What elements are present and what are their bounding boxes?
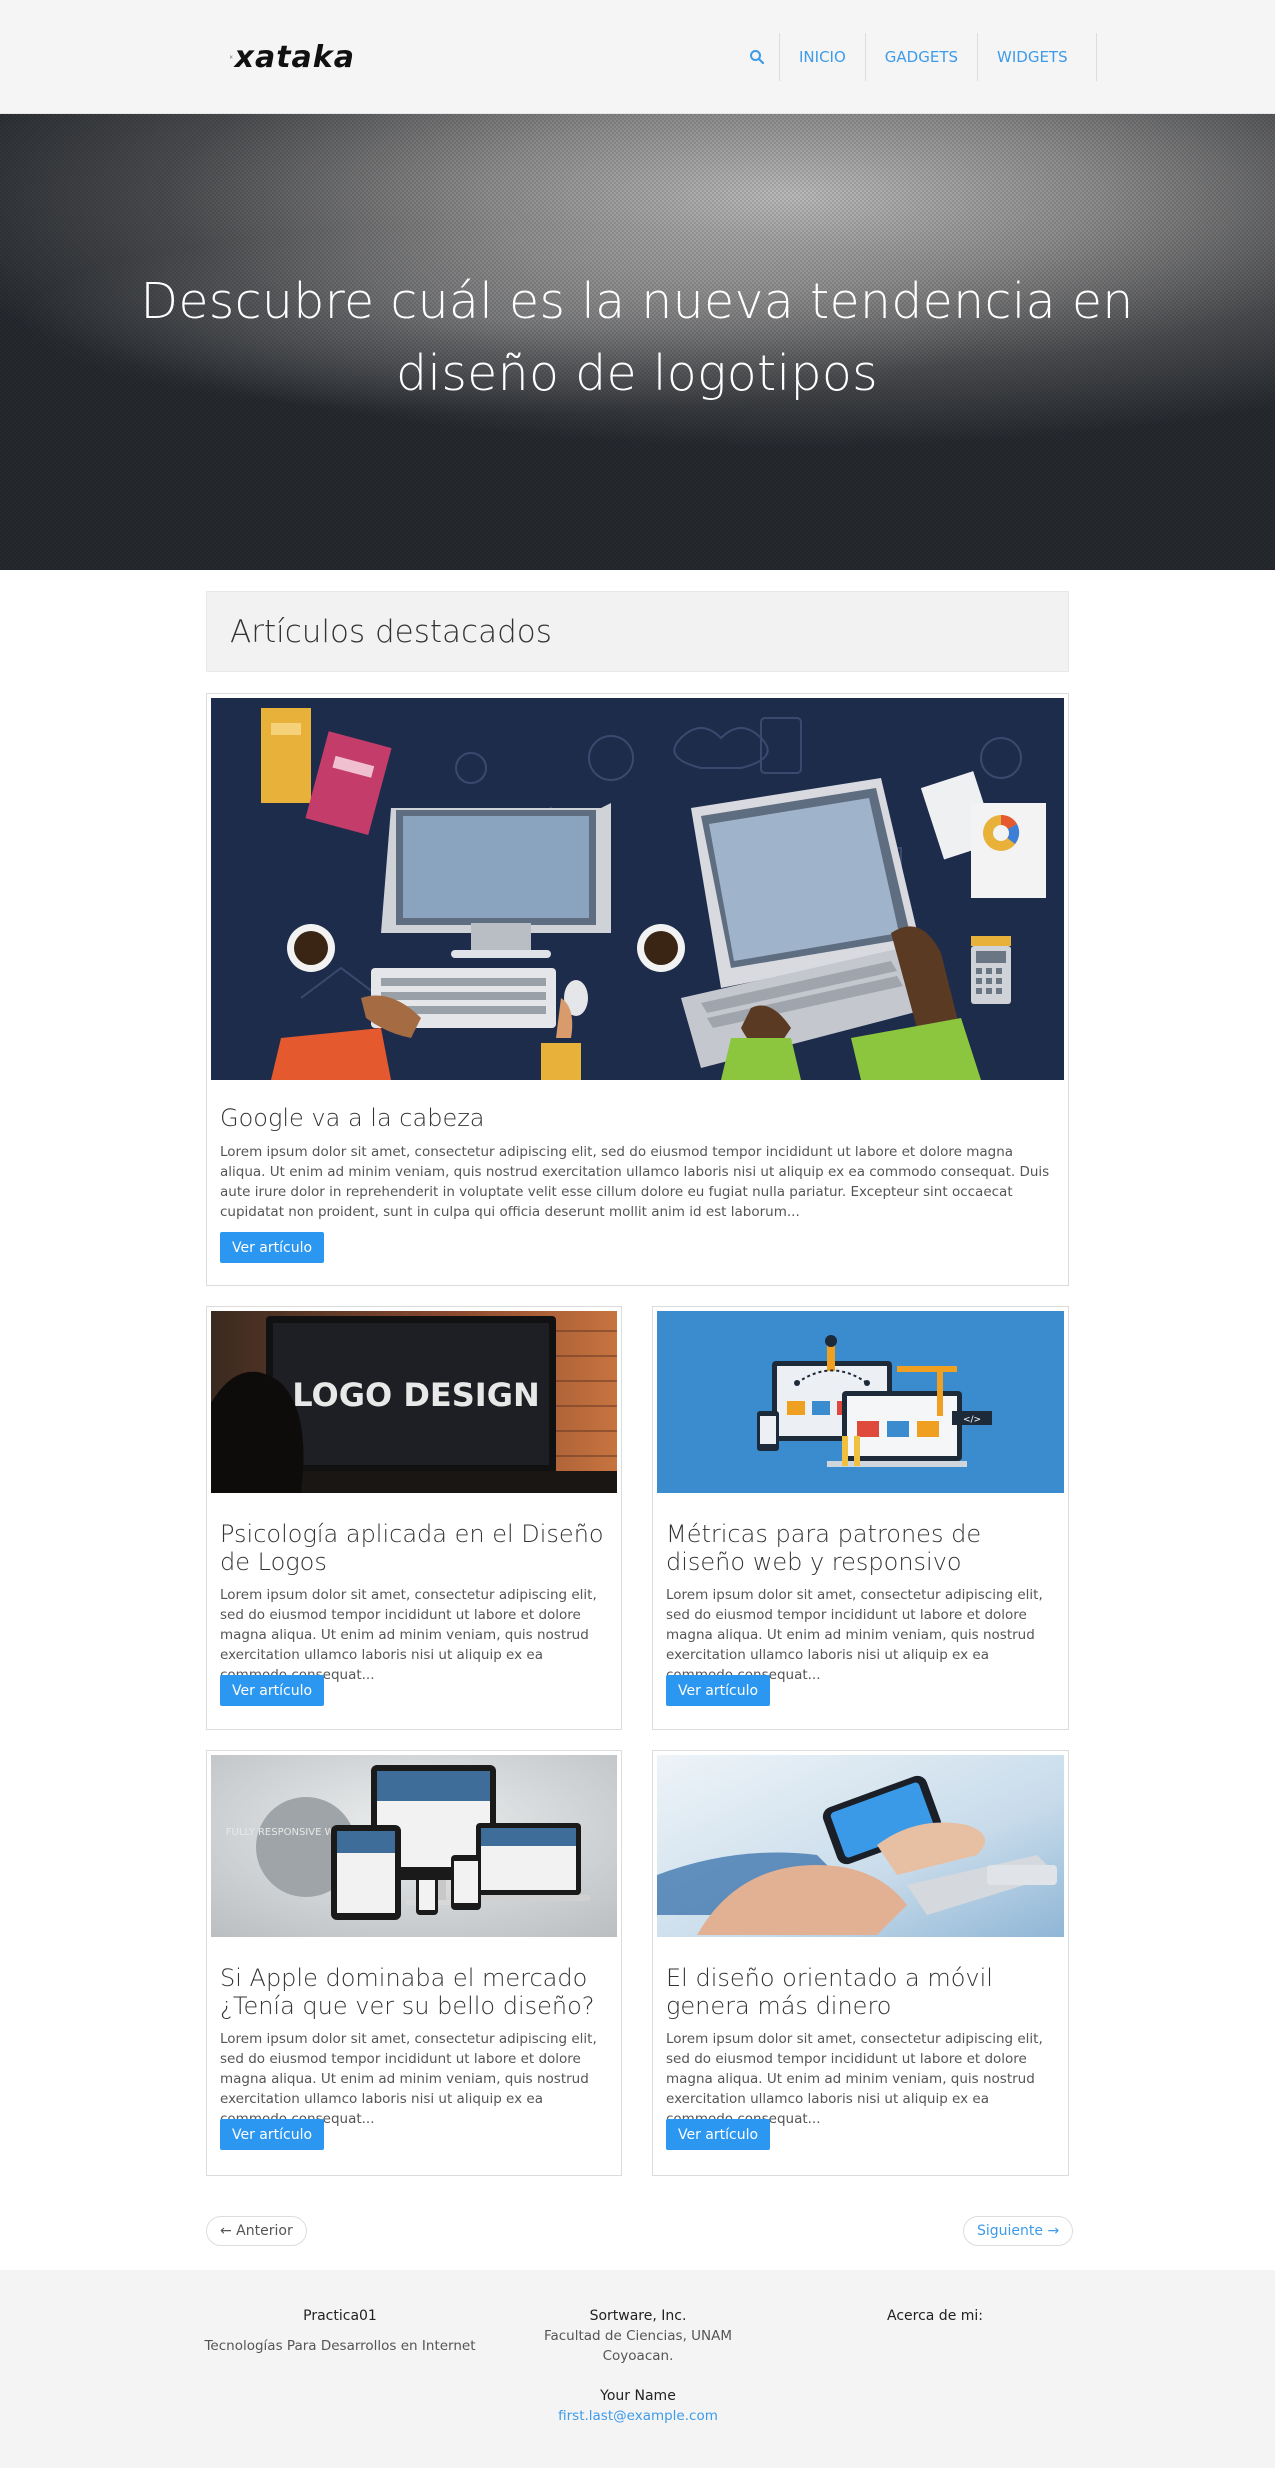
footer-course-title: Practica01 (303, 2308, 377, 2324)
article-excerpt: Lorem ipsum dolor sit amet, consectetur … (220, 2031, 597, 2127)
footer-col-about-course: Practica01 Tecnologías Para Desarrollos … (200, 2306, 480, 2356)
article-title[interactable]: Si Apple dominaba el mercado ¿Tenía que … (220, 1964, 615, 2020)
main-nav: INICIO GADGETS WIDGETS (735, 33, 1097, 81)
nav-item-widgets[interactable]: WIDGETS (978, 33, 1097, 81)
featured-article-image (211, 698, 1064, 1080)
footer-contact-name: Your Name (600, 2388, 676, 2404)
workspace-illustration (211, 698, 1064, 1080)
article-excerpt: Lorem ipsum dolor sit amet, consectetur … (666, 2031, 1043, 2127)
nav-item-gadgets[interactable]: GADGETS (866, 33, 979, 81)
search-icon (750, 50, 765, 65)
article-card: LOGO DESIGN Psicología aplicada en el Di… (206, 1306, 622, 1730)
article-image (657, 1755, 1064, 1937)
search-button[interactable] (735, 33, 780, 81)
read-more-button[interactable]: Ver artículo (220, 1675, 325, 1706)
logo-design-monitor-image: LOGO DESIGN (211, 1311, 617, 1493)
footer-course-subtitle: Tecnologías Para Desarrollos en Internet (204, 2338, 476, 2354)
footer: Practica01 Tecnologías Para Desarrollos … (0, 2270, 1275, 2468)
article-title[interactable]: El diseño orientado a móvil genera más d… (666, 1964, 1061, 2020)
article-image: FULLY RESPONSIVE WEBDESIGN (211, 1755, 617, 1937)
mobile-hands-image (657, 1755, 1064, 1937)
image-logo-text: LOGO DESIGN (292, 1376, 539, 1414)
navbar: xataka INICIO GADGETS WIDGETS (0, 0, 1275, 114)
read-more-button[interactable]: Ver artículo (666, 2119, 771, 2150)
article-title[interactable]: Psicología aplicada en el Diseño de Logo… (220, 1520, 610, 1576)
article-card: </> Métricas para patrones de diseño web… (652, 1306, 1069, 1730)
article-card: FULLY RESPONSIVE WEBDESIGN Si Apple domi… (206, 1750, 622, 2176)
article-card: El diseño orientado a móvil genera más d… (652, 1750, 1069, 2176)
footer-col-about-me: Acerca de mi: (835, 2306, 1035, 2326)
article-excerpt: Lorem ipsum dolor sit amet, consectetur … (666, 1587, 1043, 1683)
article-image: </> (657, 1311, 1064, 1493)
svg-text:</>: </> (963, 1415, 981, 1425)
featured-article-title[interactable]: Google va a la cabeza (220, 1104, 485, 1132)
nav-item-inicio[interactable]: INICIO (780, 33, 866, 81)
site-logo[interactable]: xataka (230, 33, 355, 81)
logo-wordmark: xataka (234, 39, 355, 75)
featured-article-excerpt: Lorem ipsum dolor sit amet, consectetur … (220, 1144, 1050, 1220)
hero-title: Descubre cuál es la nueva tendencia en d… (140, 273, 1134, 402)
section-title: Artículos destacados (230, 614, 552, 650)
responsive-devices-image: FULLY RESPONSIVE WEBDESIGN (211, 1755, 617, 1937)
prev-page-button[interactable]: ← Anterior (206, 2216, 307, 2246)
footer-col-address: Sortware, Inc. Facultad de Ciencias, UNA… (528, 2306, 748, 2426)
footer-about-me-title: Acerca de mi: (886, 2308, 983, 2324)
next-page-button[interactable]: Siguiente → (963, 2216, 1074, 2246)
read-more-button[interactable]: Ver artículo (220, 2119, 325, 2150)
section-header: Artículos destacados (206, 591, 1069, 672)
footer-address-line-2: Coyoacan. (602, 2348, 674, 2364)
read-more-button[interactable]: Ver artículo (666, 1675, 771, 1706)
footer-email-link[interactable]: first.last@example.com (528, 2406, 748, 2426)
article-excerpt: Lorem ipsum dolor sit amet, consectetur … (220, 1587, 597, 1683)
featured-article-card: Google va a la cabeza Lorem ipsum dolor … (206, 693, 1069, 1286)
article-image: LOGO DESIGN (211, 1311, 617, 1493)
article-title[interactable]: Métricas para patrones de diseño web y r… (666, 1520, 1056, 1576)
logo-mark-icon (230, 55, 233, 59)
footer-company-name: Sortware, Inc. (589, 2308, 687, 2324)
responsive-metrics-illustration: </> (657, 1311, 1064, 1493)
featured-read-more-button[interactable]: Ver artículo (220, 1232, 325, 1263)
footer-address-line-1: Facultad de Ciencias, UNAM (543, 2328, 733, 2344)
hero-banner: Descubre cuál es la nueva tendencia en d… (0, 114, 1275, 570)
